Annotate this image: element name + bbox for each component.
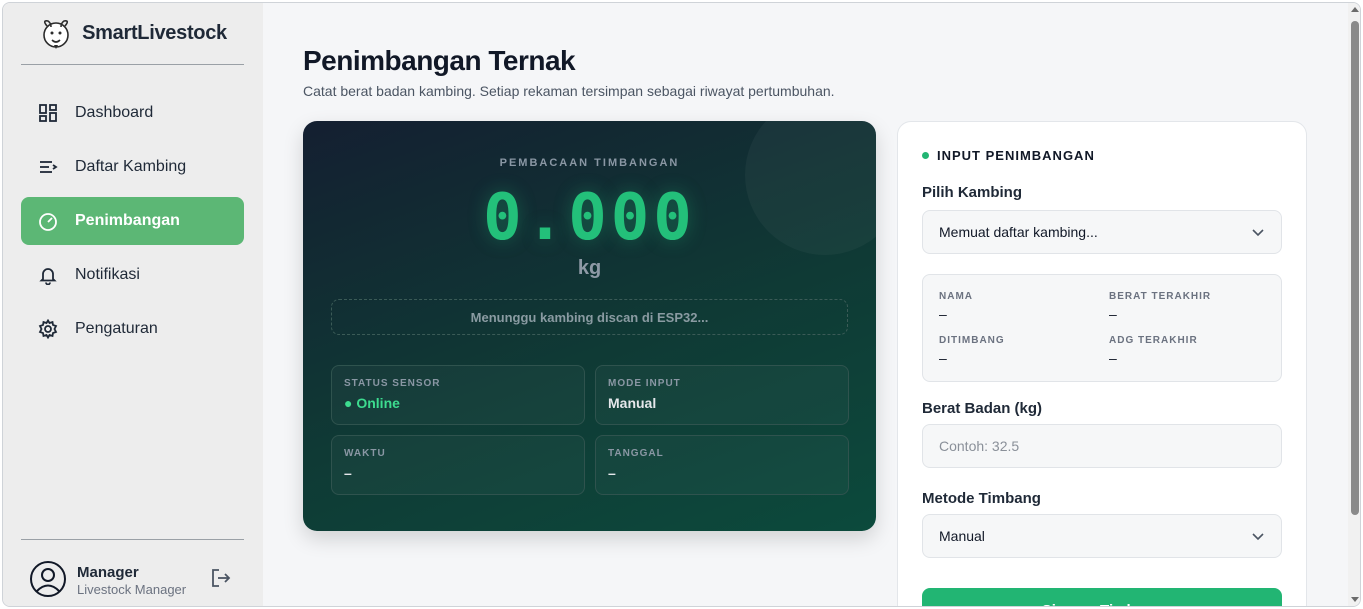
sidebar-item-daftar-kambing[interactable]: Daftar Kambing <box>21 143 244 191</box>
vertical-scrollbar[interactable] <box>1348 3 1360 606</box>
user-name: Manager <box>77 564 139 581</box>
scale-value: 0.000 <box>483 181 696 255</box>
user-role: Livestock Manager <box>77 582 187 597</box>
goat-select[interactable]: Memuat daftar kambing... <box>922 210 1282 254</box>
detail-value: – <box>1109 350 1117 366</box>
weight-input[interactable]: Contoh: 32.5 <box>922 424 1282 468</box>
list-icon <box>37 156 59 178</box>
scan-status-box: Menunggu kambing discan di ESP32... <box>331 299 848 335</box>
tile-label: TANGGAL <box>608 448 664 459</box>
tile-label: STATUS SENSOR <box>344 378 441 389</box>
time-tile: WAKTU – <box>331 435 585 495</box>
method-label: Metode Timbang <box>922 490 1041 507</box>
form-heading-text: INPUT PENIMBANGAN <box>937 148 1095 163</box>
scroll-up-arrow-icon[interactable] <box>1351 7 1359 12</box>
scale-reading-card: PEMBACAAN TIMBANGAN 0.000 kg Menunggu ka… <box>303 121 876 531</box>
sidebar-item-pengaturan[interactable]: Pengaturan <box>21 305 244 353</box>
main-content: Penimbangan Ternak Catat berat badan kam… <box>263 3 1348 606</box>
goat-detail-box: NAMA – BERAT TERAKHIR – DITIMBANG – ADG … <box>922 274 1282 382</box>
method-select[interactable]: Manual <box>922 514 1282 558</box>
scroll-thumb[interactable] <box>1351 21 1359 515</box>
scale-label: PEMBACAAN TIMBANGAN <box>499 157 680 169</box>
sidebar-item-label: Penimbangan <box>75 212 180 229</box>
detail-value: – <box>1109 306 1117 322</box>
bell-icon <box>37 264 59 286</box>
input-mode-tile: MODE INPUT Manual <box>595 365 849 425</box>
sidebar-item-label: Dashboard <box>75 104 154 121</box>
gauge-icon <box>37 210 59 232</box>
dashboard-grid-icon <box>37 102 59 124</box>
detail-label: BERAT TERAKHIR <box>1109 291 1212 302</box>
sidebar-item-label: Notifikasi <box>75 266 140 283</box>
date-tile: TANGGAL – <box>595 435 849 495</box>
detail-label: ADG TERAKHIR <box>1109 335 1198 346</box>
tile-label: WAKTU <box>344 448 386 459</box>
detail-value: – <box>939 350 947 366</box>
scroll-down-arrow-icon[interactable] <box>1351 597 1359 602</box>
brand-name: SmartLivestock <box>82 22 227 44</box>
logout-icon[interactable] <box>209 566 233 590</box>
avatar-icon[interactable] <box>29 560 67 598</box>
weight-label: Berat Badan (kg) <box>922 400 1043 417</box>
user-panel: Manager Livestock Manager <box>21 539 244 606</box>
sidebar: SmartLivestock Dashboard Daftar Kambing … <box>3 3 263 606</box>
goat-select-label: Pilih Kambing <box>922 184 1023 201</box>
detail-name: NAMA – <box>939 291 973 322</box>
save-weighing-button[interactable]: Simpan Timbang <box>922 588 1282 606</box>
detail-last-weight: BERAT TERAKHIR – <box>1109 291 1211 322</box>
form-heading: INPUT PENIMBANGAN <box>922 148 1095 163</box>
detail-label: NAMA <box>939 291 973 302</box>
time-value: – <box>344 465 352 481</box>
date-value: – <box>608 465 616 481</box>
detail-value: – <box>939 306 947 322</box>
input-mode-value: Manual <box>608 395 657 411</box>
tile-label: MODE INPUT <box>608 378 681 389</box>
goat-logo-icon <box>43 19 69 49</box>
gear-icon <box>37 318 59 340</box>
page-subtitle: Catat berat badan kambing. Setiap rekama… <box>303 83 835 99</box>
sidebar-item-label: Pengaturan <box>75 320 158 337</box>
detail-adg: ADG TERAKHIR – <box>1109 335 1198 366</box>
brand[interactable]: SmartLivestock <box>21 3 244 65</box>
sidebar-item-penimbangan[interactable]: Penimbangan <box>21 197 244 245</box>
sensor-status-tile: STATUS SENSOR ● Online <box>331 365 585 425</box>
method-select-value: Manual <box>939 528 985 544</box>
chevron-down-icon <box>1252 229 1264 237</box>
scale-unit: kg <box>577 257 602 279</box>
chevron-down-icon <box>1252 533 1264 541</box>
weighing-form-card: INPUT PENIMBANGAN Pilih Kambing Memuat d… <box>897 121 1307 606</box>
page-title: Penimbangan Ternak <box>303 45 576 76</box>
sidebar-nav: Dashboard Daftar Kambing Penimbangan Not… <box>21 89 244 359</box>
sidebar-item-label: Daftar Kambing <box>75 158 187 175</box>
status-dot-icon <box>922 152 929 159</box>
detail-weighed: DITIMBANG – <box>939 335 1005 366</box>
sidebar-item-dashboard[interactable]: Dashboard <box>21 89 244 137</box>
sensor-status-value: ● Online <box>344 395 400 411</box>
sidebar-item-notifikasi[interactable]: Notifikasi <box>21 251 244 299</box>
app-window: SmartLivestock Dashboard Daftar Kambing … <box>2 2 1361 607</box>
detail-label: DITIMBANG <box>939 335 1005 346</box>
goat-select-value: Memuat daftar kambing... <box>939 224 1098 240</box>
